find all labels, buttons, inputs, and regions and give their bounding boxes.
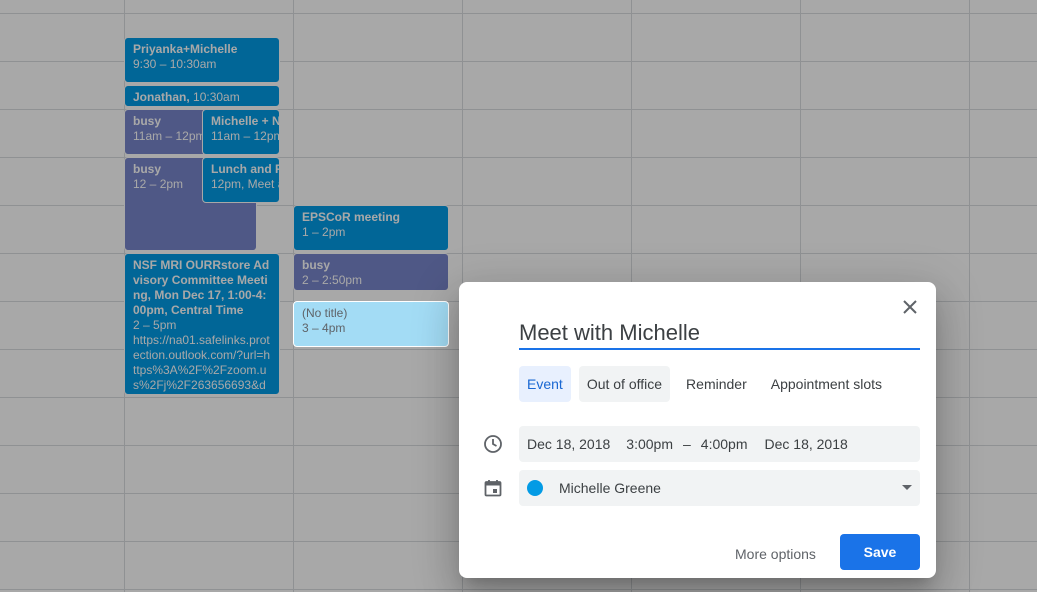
calendar-name: Michelle Greene (559, 480, 661, 496)
calendar-icon (484, 480, 502, 497)
date-time-selector: Dec 18, 2018 3:00pm – 4:00pm Dec 18, 201… (519, 426, 920, 462)
close-icon (903, 300, 917, 314)
tab-appointment-slots[interactable]: Appointment slots (762, 366, 891, 402)
start-time[interactable]: 3:00pm (626, 436, 673, 452)
tab-out-of-office[interactable]: Out of office (578, 366, 671, 402)
calendar-select[interactable]: Michelle Greene (519, 470, 920, 506)
start-date[interactable]: Dec 18, 2018 (527, 436, 610, 452)
close-button[interactable] (898, 295, 922, 319)
tab-event[interactable]: Event (519, 366, 571, 402)
clock-icon (484, 435, 502, 453)
save-button[interactable]: Save (840, 534, 920, 570)
dropdown-caret-icon (902, 485, 912, 490)
event-type-tabs: Event Out of office Reminder Appointment… (519, 366, 891, 402)
end-date[interactable]: Dec 18, 2018 (765, 436, 848, 452)
more-options-button[interactable]: More options (727, 536, 824, 572)
tab-reminder[interactable]: Reminder (678, 366, 755, 402)
event-title: (No title) (302, 306, 348, 320)
new-event-placeholder[interactable]: (No title) 3 – 4pm (293, 301, 449, 347)
time-separator: – (683, 436, 691, 452)
event-time: 3 – 4pm (302, 321, 346, 335)
end-time[interactable]: 4:00pm (701, 436, 748, 452)
event-title-input[interactable] (519, 318, 920, 350)
calendar-color-dot (527, 480, 543, 496)
quick-event-dialog: Event Out of office Reminder Appointment… (459, 282, 936, 578)
